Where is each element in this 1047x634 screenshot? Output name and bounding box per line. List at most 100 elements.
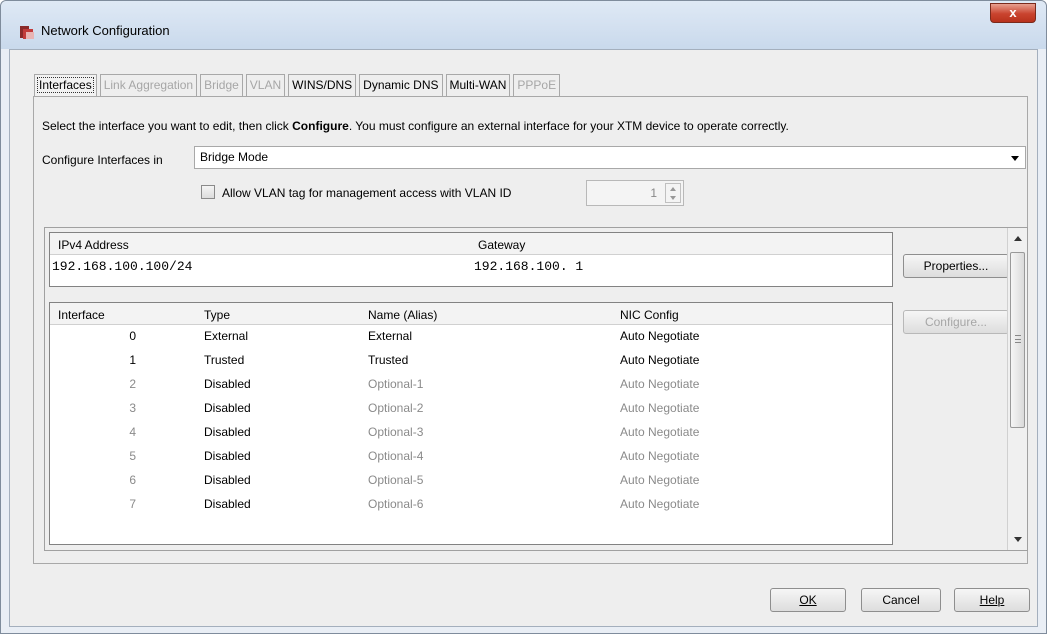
- dialog-body: Interfaces Link Aggregation Bridge VLAN …: [9, 49, 1038, 627]
- column-header: Type: [204, 308, 231, 322]
- ipv4-header-row: IPv4 Address Gateway: [50, 233, 892, 255]
- column-header: IPv4 Address: [58, 238, 129, 252]
- name-alias-cell: Optional-3: [368, 425, 424, 439]
- column-header: Name (Alias): [368, 308, 438, 322]
- interface-number-cell: 7: [129, 497, 136, 511]
- nic-config-cell: Auto Negotiate: [620, 425, 700, 439]
- scroll-thumb[interactable]: [1010, 252, 1025, 428]
- scroll-up-icon[interactable]: [1014, 236, 1022, 241]
- network-configuration-window: Network Configuration x Interfaces Link …: [0, 0, 1047, 634]
- type-cell: Trusted: [204, 353, 245, 367]
- interfaces-table: Interface Type Name (Alias) NIC Config 0…: [49, 302, 893, 545]
- tab-label: Interfaces: [37, 77, 94, 93]
- close-button[interactable]: x: [990, 3, 1036, 23]
- tab-bridge: Bridge: [200, 74, 243, 96]
- title-bar: Network Configuration x: [1, 1, 1046, 49]
- nic-config-cell: Auto Negotiate: [620, 377, 700, 391]
- type-cell: Disabled: [204, 425, 251, 439]
- name-alias-cell: Optional-4: [368, 449, 424, 463]
- table-row[interactable]: 7 Disabled Optional-6 Auto Negotiate: [50, 493, 892, 517]
- type-cell: Disabled: [204, 473, 251, 487]
- window-title: Network Configuration: [41, 23, 170, 38]
- gateway-cell: 192.168.100. 1: [474, 259, 584, 274]
- close-icon: x: [1009, 5, 1017, 20]
- interfaces-panel: Select the interface you want to edit, t…: [33, 96, 1028, 564]
- nic-config-cell: Auto Negotiate: [620, 497, 700, 511]
- table-row[interactable]: 4 Disabled Optional-3 Auto Negotiate: [50, 421, 892, 445]
- tab-label: Link Aggregation: [103, 78, 194, 92]
- configure-mode-value: Bridge Mode: [200, 150, 269, 164]
- vlan-tag-checkbox[interactable]: [201, 185, 215, 199]
- tab-wins-dns[interactable]: WINS/DNS: [288, 74, 357, 96]
- tab-label: VLAN: [249, 78, 282, 92]
- table-row[interactable]: 5 Disabled Optional-4 Auto Negotiate: [50, 445, 892, 469]
- name-alias-cell: Trusted: [368, 353, 409, 367]
- type-cell: Disabled: [204, 497, 251, 511]
- interface-number-cell: 6: [129, 473, 136, 487]
- name-alias-cell: Optional-1: [368, 377, 424, 391]
- spinner-up-icon: [670, 187, 676, 191]
- name-alias-cell: External: [368, 329, 413, 343]
- interfaces-header-row: Interface Type Name (Alias) NIC Config: [50, 303, 892, 325]
- configure-button: Configure...: [903, 310, 1009, 334]
- interface-number-cell: 2: [129, 377, 136, 391]
- tab-link-aggregation: Link Aggregation: [99, 74, 198, 96]
- ipv4-table: IPv4 Address Gateway 192.168.100.100/24 …: [49, 232, 893, 287]
- vertical-scrollbar[interactable]: [1007, 228, 1027, 550]
- column-header: Interface: [58, 308, 105, 322]
- nic-config-cell: Auto Negotiate: [620, 329, 700, 343]
- ok-label: OK: [799, 593, 817, 607]
- cancel-button[interactable]: Cancel: [861, 588, 941, 612]
- interface-number-cell: 0: [129, 329, 136, 343]
- grip-icon: [1015, 335, 1021, 343]
- nic-config-cell: Auto Negotiate: [620, 449, 700, 463]
- spinner-down-icon: [670, 196, 676, 200]
- interfaces-rows: 0 External External Auto Negotiate 1 Trusted T…: [50, 325, 892, 517]
- column-header: NIC Config: [620, 308, 679, 322]
- name-alias-cell: Optional-2: [368, 401, 424, 415]
- type-cell: External: [204, 329, 249, 343]
- chevron-down-icon: [1011, 156, 1019, 161]
- table-row[interactable]: 6 Disabled Optional-5 Auto Negotiate: [50, 469, 892, 493]
- instruction-after: . You must configure an external interfa…: [348, 119, 789, 133]
- tab-pppoe: PPPoE: [513, 74, 561, 96]
- interface-number-cell: 1: [129, 353, 136, 367]
- type-cell: Disabled: [204, 401, 251, 415]
- instruction-bold: Configure: [292, 119, 349, 133]
- type-cell: Disabled: [204, 449, 251, 463]
- name-alias-cell: Optional-5: [368, 473, 424, 487]
- tab-label: WINS/DNS: [292, 78, 353, 92]
- vlan-id-spinner: 1: [586, 180, 684, 206]
- type-cell: Disabled: [204, 377, 251, 391]
- tab-dynamic-dns[interactable]: Dynamic DNS: [359, 74, 443, 96]
- table-row[interactable]: 1 Trusted Trusted Auto Negotiate: [50, 349, 892, 373]
- table-row[interactable]: 3 Disabled Optional-2 Auto Negotiate: [50, 397, 892, 421]
- spinner-arrows: [665, 183, 681, 203]
- ipv4-address-cell: 192.168.100.100/24: [52, 259, 193, 274]
- instruction-text: Select the interface you want to edit, t…: [42, 119, 789, 133]
- nic-config-cell: Auto Negotiate: [620, 473, 700, 487]
- ok-button[interactable]: OK: [770, 588, 846, 612]
- table-row[interactable]: 192.168.100.100/24 192.168.100. 1: [50, 255, 892, 279]
- configure-mode-select[interactable]: Bridge Mode: [194, 146, 1026, 169]
- firebox-icon: [20, 26, 34, 39]
- tab-vlan: VLAN: [245, 74, 286, 96]
- help-button[interactable]: Help: [954, 588, 1030, 612]
- scroll-down-icon[interactable]: [1014, 537, 1022, 542]
- configure-mode-label: Configure Interfaces in: [42, 153, 163, 167]
- properties-button[interactable]: Properties...: [903, 254, 1009, 278]
- interface-number-cell: 4: [129, 425, 136, 439]
- cancel-label: Cancel: [882, 593, 920, 607]
- tab-multi-wan[interactable]: Multi-WAN: [445, 74, 511, 96]
- name-alias-cell: Optional-6: [368, 497, 424, 511]
- nic-config-cell: Auto Negotiate: [620, 353, 700, 367]
- interface-number-cell: 3: [129, 401, 136, 415]
- table-row[interactable]: 2 Disabled Optional-1 Auto Negotiate: [50, 373, 892, 397]
- instruction-before: Select the interface you want to edit, t…: [42, 119, 293, 133]
- tab-label: Multi-WAN: [449, 78, 507, 92]
- tab-strip: Interfaces Link Aggregation Bridge VLAN …: [34, 74, 563, 97]
- tab-label: Bridge: [204, 78, 239, 92]
- table-row[interactable]: 0 External External Auto Negotiate: [50, 325, 892, 349]
- tab-interfaces[interactable]: Interfaces: [34, 74, 97, 97]
- help-label: Help: [979, 593, 1005, 607]
